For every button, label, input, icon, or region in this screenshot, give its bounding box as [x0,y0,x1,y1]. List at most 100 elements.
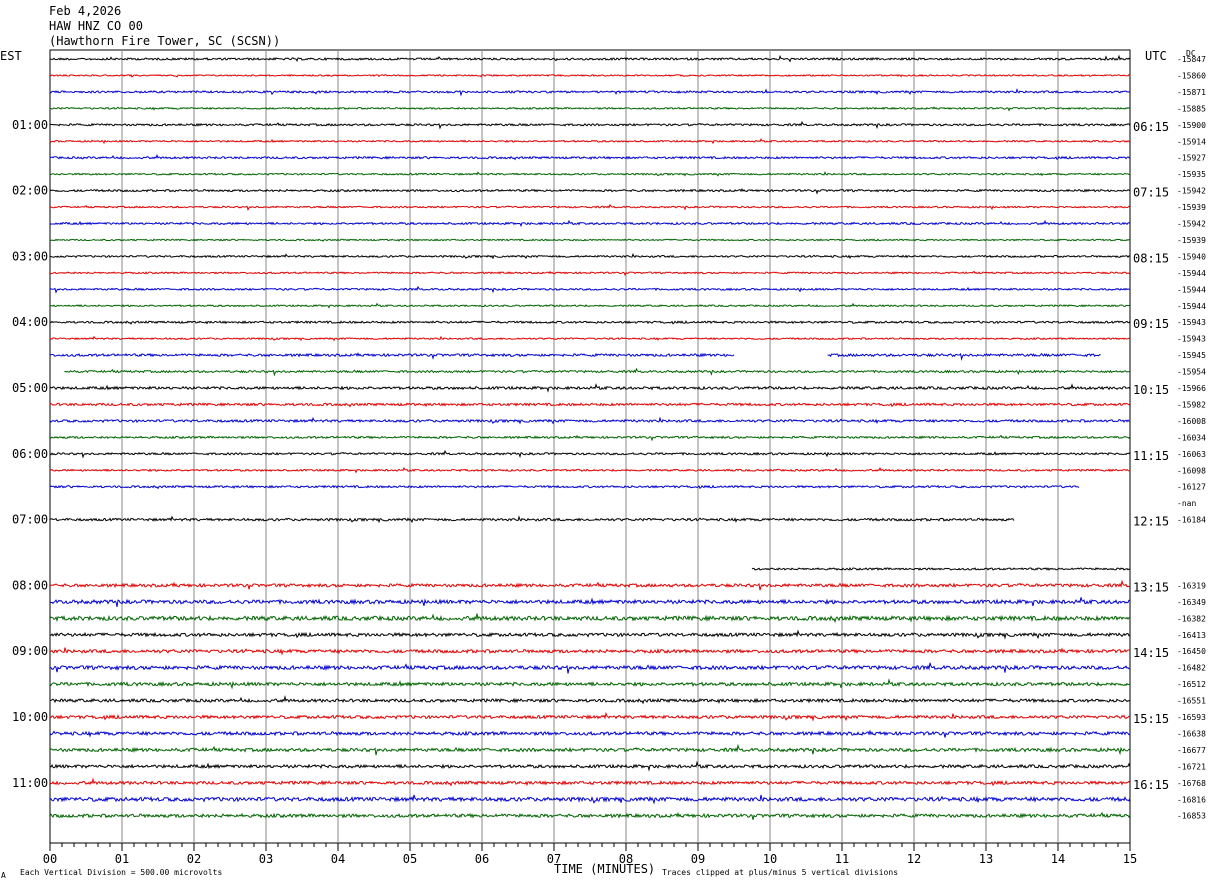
seismic-trace [49,695,1131,705]
seismic-trace [49,711,1131,722]
left-hour-label: 01:00 [12,118,48,132]
seismic-trace [49,729,1131,738]
seismic-trace [49,794,1131,805]
x-tick-label: 15 [1123,852,1137,866]
dc-offset-label: -16853 [1177,812,1206,821]
dc-offset-label: -16816 [1177,795,1206,804]
x-tick-label: 06 [475,852,489,866]
vertical-division-note: Each Vertical Division = 500.00 microvol… [20,868,223,877]
seismic-trace [49,647,1131,656]
dc-offset-label: -15900 [1177,121,1206,130]
dc-offset-label: -15944 [1177,269,1206,278]
dc-offset-label: -16008 [1177,417,1206,426]
x-tick-label: 05 [403,852,417,866]
seismic-trace [49,171,1131,177]
seismic-trace [50,302,1131,309]
seismic-trace [49,484,1080,490]
seismic-trace [49,597,1131,607]
seismic-trace [751,566,1131,571]
seismic-trace [49,811,1131,820]
dc-offset-label: -15966 [1177,384,1206,393]
dc-offset-label: -16677 [1177,746,1206,755]
x-tick-label: 13 [979,852,993,866]
left-hour-label: 05:00 [12,381,48,395]
left-hour-label: 06:00 [12,447,48,461]
dc-offset-label: -15942 [1177,220,1206,229]
right-hour-label: 09:15 [1133,317,1169,331]
right-hour-label: 14:15 [1133,646,1169,660]
seismic-trace [49,106,1131,112]
right-hour-label: 07:15 [1133,186,1169,200]
dc-offset-label: -16098 [1177,466,1206,475]
seismic-trace [49,449,1131,459]
left-hour-label: 09:00 [12,644,48,658]
left-hour-label: 07:00 [12,513,48,527]
seismic-trace [49,138,1130,145]
seismic-trace [49,402,1131,408]
seismic-trace [49,678,1130,690]
x-tick-label: 11 [835,852,849,866]
dc-offset-label: -16034 [1177,433,1206,442]
dc-offset-label: -16184 [1177,516,1206,525]
x-tick-label: 02 [187,852,201,866]
dc-offset-label: -15940 [1177,252,1206,261]
seismic-trace [49,743,1131,756]
dc-offset-label: -16450 [1177,647,1206,656]
corner-mark: A [1,871,6,880]
seismic-trace [49,777,1131,787]
dc-offset-label: -15982 [1177,400,1206,409]
seismic-trace [49,285,1131,294]
left-hour-label: 08:00 [12,578,48,592]
right-hour-label: 06:15 [1133,120,1169,134]
dc-offset-label: -15927 [1177,154,1206,163]
dc-offset-label: -15885 [1177,104,1206,113]
dc-offset-label: -16721 [1177,762,1206,771]
right-hour-label: 08:15 [1133,251,1169,265]
seismic-trace [49,320,1131,325]
seismic-trace [49,629,1131,640]
dc-offset-label: -16413 [1177,631,1206,640]
seismic-trace [49,613,1131,624]
right-hour-label: 11:15 [1133,449,1169,463]
left-hour-label: 02:00 [12,184,48,198]
dc-offset-label: -15943 [1177,318,1206,327]
left-hour-label: 11:00 [12,776,48,790]
dc-offset-label: -15939 [1177,236,1206,245]
seismogram-chart: 00 01 02 03 04 05 06 07 08 09 10 11 12 13 14 1501:00 06:… [12,49,1206,866]
dc-offset-label: -15860 [1177,71,1206,80]
seismic-trace [49,383,1131,393]
seismic-trace [49,238,1131,242]
dc-offset-label: -15871 [1177,88,1206,97]
clip-note: Traces clipped at plus/minus 5 vertical … [662,868,899,877]
dc-offset-label: -15914 [1177,137,1206,146]
dc-offset-label: -15942 [1177,187,1206,196]
seismic-trace [49,335,1130,342]
dc-offset-label: -16063 [1177,450,1206,459]
dc-offset-label: -16349 [1177,598,1206,607]
seismic-trace [49,188,1131,195]
seismic-trace [50,252,1130,260]
seismic-trace [49,760,1131,772]
x-tick-label: 00 [43,852,57,866]
right-hour-label: 16:15 [1133,778,1169,792]
seismic-trace [49,352,735,360]
dc-offset-label: -16551 [1177,697,1206,706]
left-hour-label: 10:00 [12,710,48,724]
dc-offset-label: -16482 [1177,664,1206,673]
dc-offset-label: -16768 [1177,779,1206,788]
dc-offset-label: -15945 [1177,351,1206,360]
x-tick-label: 14 [1051,852,1065,866]
dc-offset-label: -15935 [1177,170,1206,179]
x-tick-label: 04 [331,852,345,866]
seismic-trace [50,579,1131,591]
seismic-trace [49,416,1131,425]
dc-offset-label: -15944 [1177,285,1206,294]
dc-offset-label: -15939 [1177,203,1206,212]
x-tick-label: 10 [763,852,777,866]
x-tick-label: 12 [907,852,921,866]
right-hour-label: 13:15 [1133,580,1169,594]
dc-offset-label: -15943 [1177,335,1206,344]
x-tick-label: 09 [691,852,705,866]
seismic-trace [49,74,1131,78]
seismic-trace [49,153,1131,161]
